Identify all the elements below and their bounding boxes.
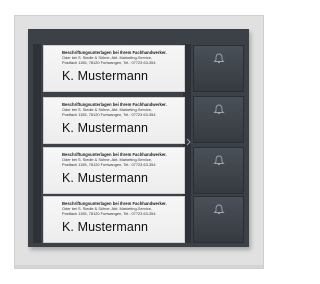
bell-icon	[212, 104, 225, 114]
resident-name: K. Mustermann	[62, 121, 149, 135]
nameplate-info-line: Postfach 1155, 78120 Furtwangen, Tel.: 0…	[62, 112, 156, 117]
bell-button-2[interactable]	[193, 96, 244, 143]
bell-button-1[interactable]	[193, 45, 244, 92]
resident-name: K. Mustermann	[62, 171, 149, 185]
bell-icon	[212, 155, 225, 165]
bell-button-4[interactable]	[193, 196, 244, 243]
bell-icon	[212, 53, 225, 63]
left-frame-rail	[33, 44, 41, 243]
nameplate-3: Beschriftungsunterlagen bei Ihrem Fachha…	[43, 147, 185, 194]
resident-name: K. Mustermann	[62, 69, 149, 83]
nameplate-1: Beschriftungsunterlagen bei Ihrem Fachha…	[43, 45, 185, 92]
nameplate-2: Beschriftungsunterlagen bei Ihrem Fachha…	[43, 97, 185, 144]
chevron-right-icon	[186, 138, 191, 146]
nameplate-4: Beschriftungsunterlagen bei Ihrem Fachha…	[43, 196, 185, 243]
resident-name: K. Mustermann	[62, 220, 149, 234]
nameplate-info-line: Postfach 1155, 78120 Furtwangen, Tel.: 0…	[62, 60, 156, 65]
nameplate-info-line: Postfach 1155, 78120 Furtwangen, Tel.: 0…	[62, 162, 156, 167]
nameplate-info-line: Postfach 1155, 78120 Furtwangen, Tel.: 0…	[62, 211, 156, 216]
bell-button-3[interactable]	[193, 147, 244, 194]
bell-icon	[212, 204, 225, 214]
